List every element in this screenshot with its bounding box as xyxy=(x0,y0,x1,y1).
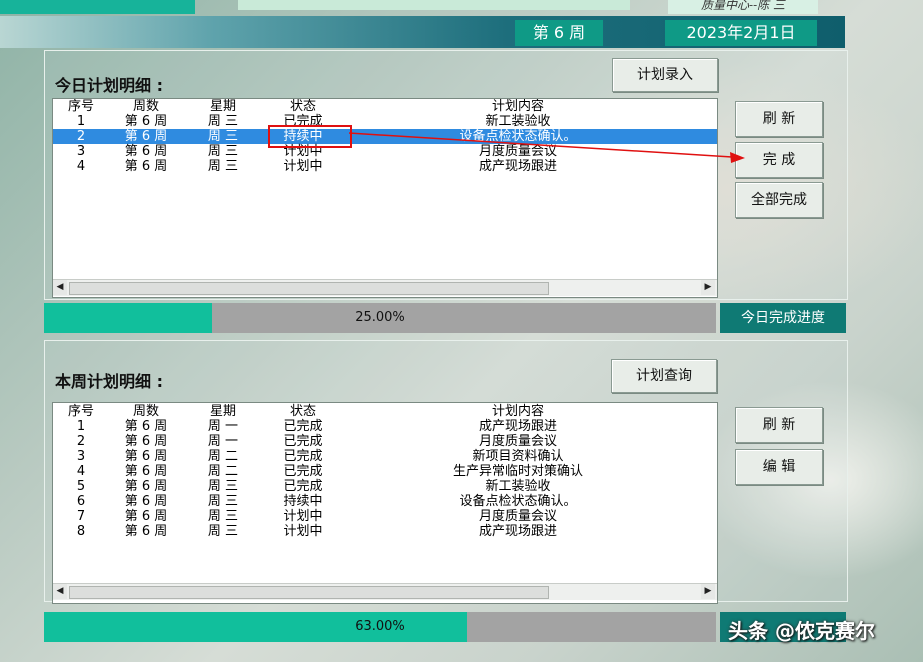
cell-status: 已完成 xyxy=(283,419,323,434)
cell-week: 第 6 周 xyxy=(124,494,168,509)
today-progress-tag: 今日完成进度 xyxy=(720,303,846,333)
cell-no: 6 xyxy=(76,494,86,509)
cell-week: 第 6 周 xyxy=(124,524,168,539)
list-item[interactable]: 5 第 6 周 周 三 已完成 新工装验收 xyxy=(53,479,717,494)
cell-no: 5 xyxy=(76,479,86,494)
cell-content: 设备点检状态确认。 xyxy=(459,494,577,509)
horizontal-scrollbar[interactable]: ◀ ▶ xyxy=(53,583,717,600)
column-header: 序号 xyxy=(67,404,94,419)
list-item[interactable]: 6 第 6 周 周 三 持续中 设备点检状态确认。 xyxy=(53,494,717,509)
list-item[interactable]: 3 第 6 周 周 二 已完成 新项目资料确认 xyxy=(53,449,717,464)
list-item[interactable]: 2 第 6 周 周 一 已完成 月度质量会议 xyxy=(53,434,717,449)
cell-status: 计划中 xyxy=(283,524,323,539)
cell-week: 第 6 周 xyxy=(124,449,168,464)
cell-content: 成产现场跟进 xyxy=(478,419,557,434)
cell-week: 第 6 周 xyxy=(124,434,168,449)
cell-content: 新项目资料确认 xyxy=(472,449,564,464)
column-header: 计划内容 xyxy=(491,404,544,419)
cell-status: 已完成 xyxy=(283,464,323,479)
cell-week: 第 6 周 xyxy=(124,464,168,479)
cell-no: 3 xyxy=(76,449,86,464)
cell-status: 已完成 xyxy=(283,479,323,494)
cell-no: 4 xyxy=(76,464,86,479)
list-item[interactable]: 7 第 6 周 周 三 计划中 月度质量会议 xyxy=(53,509,717,524)
cell-content: 生产异常临时对策确认 xyxy=(452,464,583,479)
cell-no: 8 xyxy=(76,524,86,539)
cell-day: 周 三 xyxy=(207,494,239,509)
cell-day: 周 三 xyxy=(207,479,239,494)
cell-no: 1 xyxy=(76,419,86,434)
cell-status: 持续中 xyxy=(283,494,323,509)
cell-no: 7 xyxy=(76,509,86,524)
today-progress-bar: 25.00% xyxy=(44,303,716,333)
cell-week: 第 6 周 xyxy=(124,509,168,524)
progress-text: 63.00% xyxy=(355,619,405,634)
week-refresh-button[interactable]: 刷 新 xyxy=(735,407,823,443)
cell-content: 新工装验收 xyxy=(485,479,551,494)
cell-content: 月度质量会议 xyxy=(478,509,557,524)
cell-day: 周 一 xyxy=(207,434,239,449)
week-progress-bar: 63.00% xyxy=(44,612,716,642)
edit-button[interactable]: 编 辑 xyxy=(735,449,823,485)
watermark-text: 头条 @侬克赛尔 xyxy=(728,619,875,643)
column-header: 状态 xyxy=(289,404,316,419)
scroll-left-icon[interactable]: ◀ xyxy=(53,584,67,599)
week-section-title: 本周计划明细 : xyxy=(55,372,163,391)
list-header: 序号 周数 星期 状态 计划内容 xyxy=(53,404,717,419)
plan-query-button[interactable]: 计划查询 xyxy=(611,359,717,393)
progress-text: 25.00% xyxy=(355,310,405,325)
scrollbar-thumb[interactable] xyxy=(69,586,549,599)
list-item[interactable]: 4 第 6 周 周 二 已完成 生产异常临时对策确认 xyxy=(53,464,717,479)
column-header: 周数 xyxy=(132,404,159,419)
cell-week: 第 6 周 xyxy=(124,479,168,494)
cell-day: 周 三 xyxy=(207,524,239,539)
list-item[interactable]: 1 第 6 周 周 一 已完成 成产现场跟进 xyxy=(53,419,717,434)
cell-content: 成产现场跟进 xyxy=(478,524,557,539)
cell-week: 第 6 周 xyxy=(124,419,168,434)
cell-content: 月度质量会议 xyxy=(478,434,557,449)
week-plan-list[interactable]: 序号 周数 星期 状态 计划内容 1第 6 周周 一已完成 成产现场跟进 2 第 6 … xyxy=(52,402,718,604)
cell-day: 周 二 xyxy=(207,464,239,479)
cell-no: 2 xyxy=(76,434,86,449)
cell-day: 周 二 xyxy=(207,449,239,464)
list-item[interactable]: 8 第 6 周 周 三 计划中 成产现场跟进 xyxy=(53,524,717,539)
cell-status: 已完成 xyxy=(283,434,323,449)
column-header: 星期 xyxy=(209,404,236,419)
cell-day: 周 一 xyxy=(207,419,239,434)
cell-day: 周 三 xyxy=(207,509,239,524)
scroll-right-icon[interactable]: ▶ xyxy=(701,584,715,599)
cell-status: 计划中 xyxy=(283,509,323,524)
cell-status: 已完成 xyxy=(283,449,323,464)
